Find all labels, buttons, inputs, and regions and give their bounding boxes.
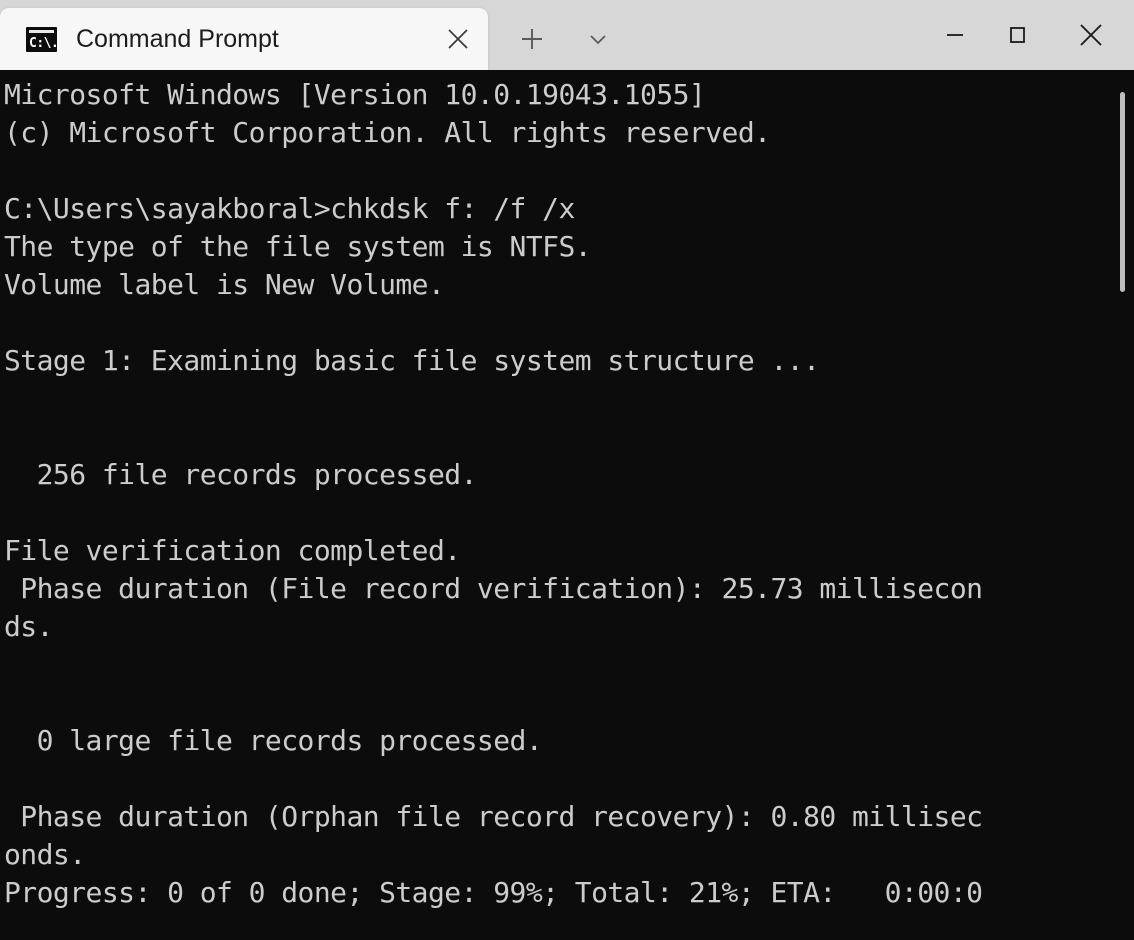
- titlebar-drag-region[interactable]: [622, 8, 924, 70]
- tab-tools: [488, 8, 622, 70]
- tab-command-prompt[interactable]: C:\. Command Prompt: [0, 8, 488, 70]
- terminal-line: 256 file records processed.: [4, 458, 478, 491]
- terminal-line: The type of the file system is NTFS.: [4, 230, 592, 263]
- terminal-line: (c) Microsoft Corporation. All rights re…: [4, 116, 771, 149]
- maximize-icon[interactable]: [986, 0, 1048, 70]
- title-bar[interactable]: C:\. Command Prompt: [0, 0, 1134, 70]
- terminal-line: File verification completed.: [4, 534, 461, 567]
- command-prompt-window: C:\. Command Prompt Microsoft Windows [V…: [0, 0, 1134, 940]
- tab-label: Command Prompt: [76, 24, 279, 53]
- command-prompt-icon-glyph: C:\.: [29, 35, 57, 51]
- terminal-line: Microsoft Windows [Version 10.0.19043.10…: [4, 78, 706, 111]
- terminal-line: Stage 1: Examining basic file system str…: [4, 344, 820, 377]
- terminal-line: Volume label is New Volume.: [4, 268, 445, 301]
- window-controls: [924, 0, 1134, 70]
- terminal-line: Phase duration (File record verification…: [4, 572, 983, 605]
- terminal-line: onds.: [4, 838, 86, 871]
- terminal-line: C:\Users\sayakboral>chkdsk f: /f /x: [4, 192, 575, 225]
- terminal-line: 0 large file records processed.: [4, 724, 543, 757]
- terminal-screen: Microsoft Windows [Version 10.0.19043.10…: [4, 76, 1134, 912]
- chevron-down-icon[interactable]: [574, 15, 622, 63]
- close-icon[interactable]: [1048, 0, 1134, 70]
- terminal-line: Progress: 0 of 0 done; Stage: 99%; Total…: [4, 876, 983, 909]
- terminal-line: ds.: [4, 610, 53, 643]
- tab-close-icon[interactable]: [428, 9, 488, 69]
- terminal-scrollbar[interactable]: [1118, 70, 1126, 940]
- terminal-scrollbar-thumb[interactable]: [1120, 92, 1125, 292]
- terminal-line: Phase duration (Orphan file record recov…: [4, 800, 983, 833]
- terminal-output-area[interactable]: Microsoft Windows [Version 10.0.19043.10…: [0, 70, 1134, 940]
- minimize-icon[interactable]: [924, 0, 986, 70]
- new-tab-icon[interactable]: [508, 15, 556, 63]
- command-prompt-icon: C:\.: [26, 26, 57, 52]
